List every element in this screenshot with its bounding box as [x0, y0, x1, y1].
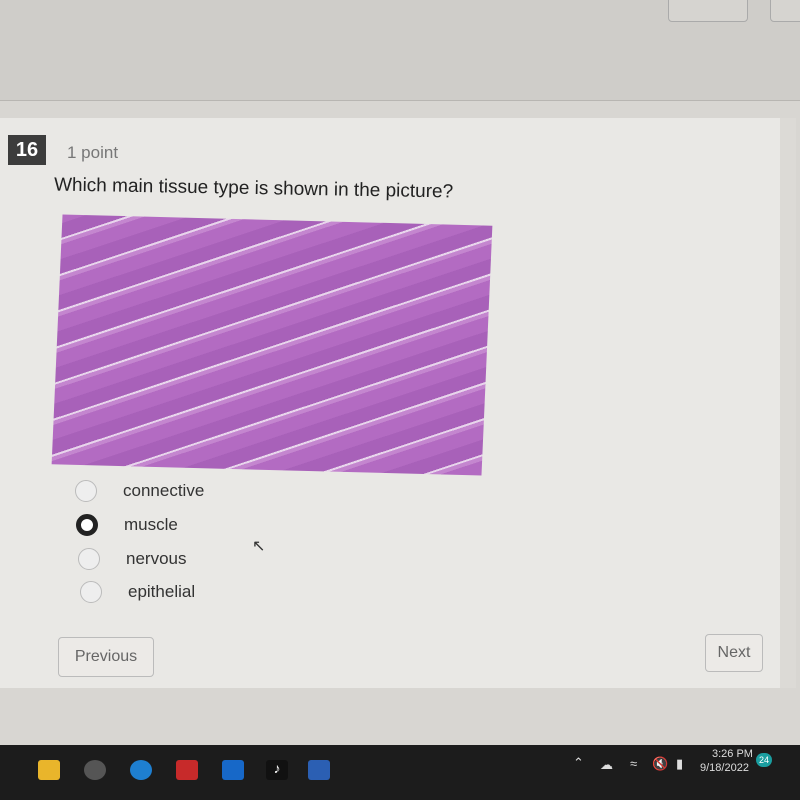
cursor-icon: ↖	[252, 538, 266, 555]
previous-button[interactable]: Previous	[58, 637, 154, 677]
notification-badge[interactable]: 24	[756, 753, 772, 767]
radio-button-selected[interactable]	[76, 514, 98, 536]
wifi-icon[interactable]: ≈	[630, 756, 637, 771]
radio-button[interactable]	[78, 548, 100, 570]
option-connective[interactable]: connective	[75, 480, 204, 502]
option-label: epithelial	[128, 582, 196, 601]
question-points: 1 point	[67, 143, 119, 162]
question-number: 16	[8, 135, 46, 165]
tissue-image	[51, 214, 493, 476]
clock-time[interactable]: 3:26 PM	[712, 748, 753, 760]
next-top-button[interactable]: Ne	[770, 0, 800, 22]
top-bar: Return Ne	[0, 0, 800, 101]
screen: Return Ne 16 1 point Which main tissue t…	[0, 0, 800, 745]
taskbar	[0, 745, 800, 800]
cloud-icon[interactable]: ☁	[600, 757, 613, 773]
outlook-icon[interactable]	[222, 760, 244, 780]
clock-date[interactable]: 9/18/2022	[700, 762, 749, 774]
chrome-icon[interactable]	[130, 760, 152, 780]
tiktok-icon[interactable]: ♪	[266, 760, 288, 780]
file-explorer-icon[interactable]	[38, 760, 60, 780]
option-label: connective	[123, 481, 205, 500]
option-epithelial[interactable]: epithelial	[80, 581, 195, 603]
option-label: nervous	[126, 549, 187, 568]
radio-button[interactable]	[80, 581, 102, 603]
radio-button[interactable]	[75, 480, 97, 502]
chevron-up-icon[interactable]: ⌃	[573, 755, 584, 771]
mcafee-icon[interactable]	[176, 760, 198, 780]
option-nervous[interactable]: nervous	[78, 548, 186, 570]
battery-icon[interactable]: ▮	[676, 756, 683, 772]
option-label: muscle	[124, 515, 178, 534]
word-icon[interactable]	[308, 760, 330, 780]
option-muscle[interactable]: muscle	[76, 514, 178, 536]
scrollbar[interactable]	[780, 118, 796, 688]
return-button[interactable]: Return	[668, 0, 748, 22]
mute-icon[interactable]: 🔇	[652, 756, 668, 772]
next-button[interactable]: Next	[705, 634, 763, 672]
browser-icon[interactable]	[84, 760, 106, 780]
